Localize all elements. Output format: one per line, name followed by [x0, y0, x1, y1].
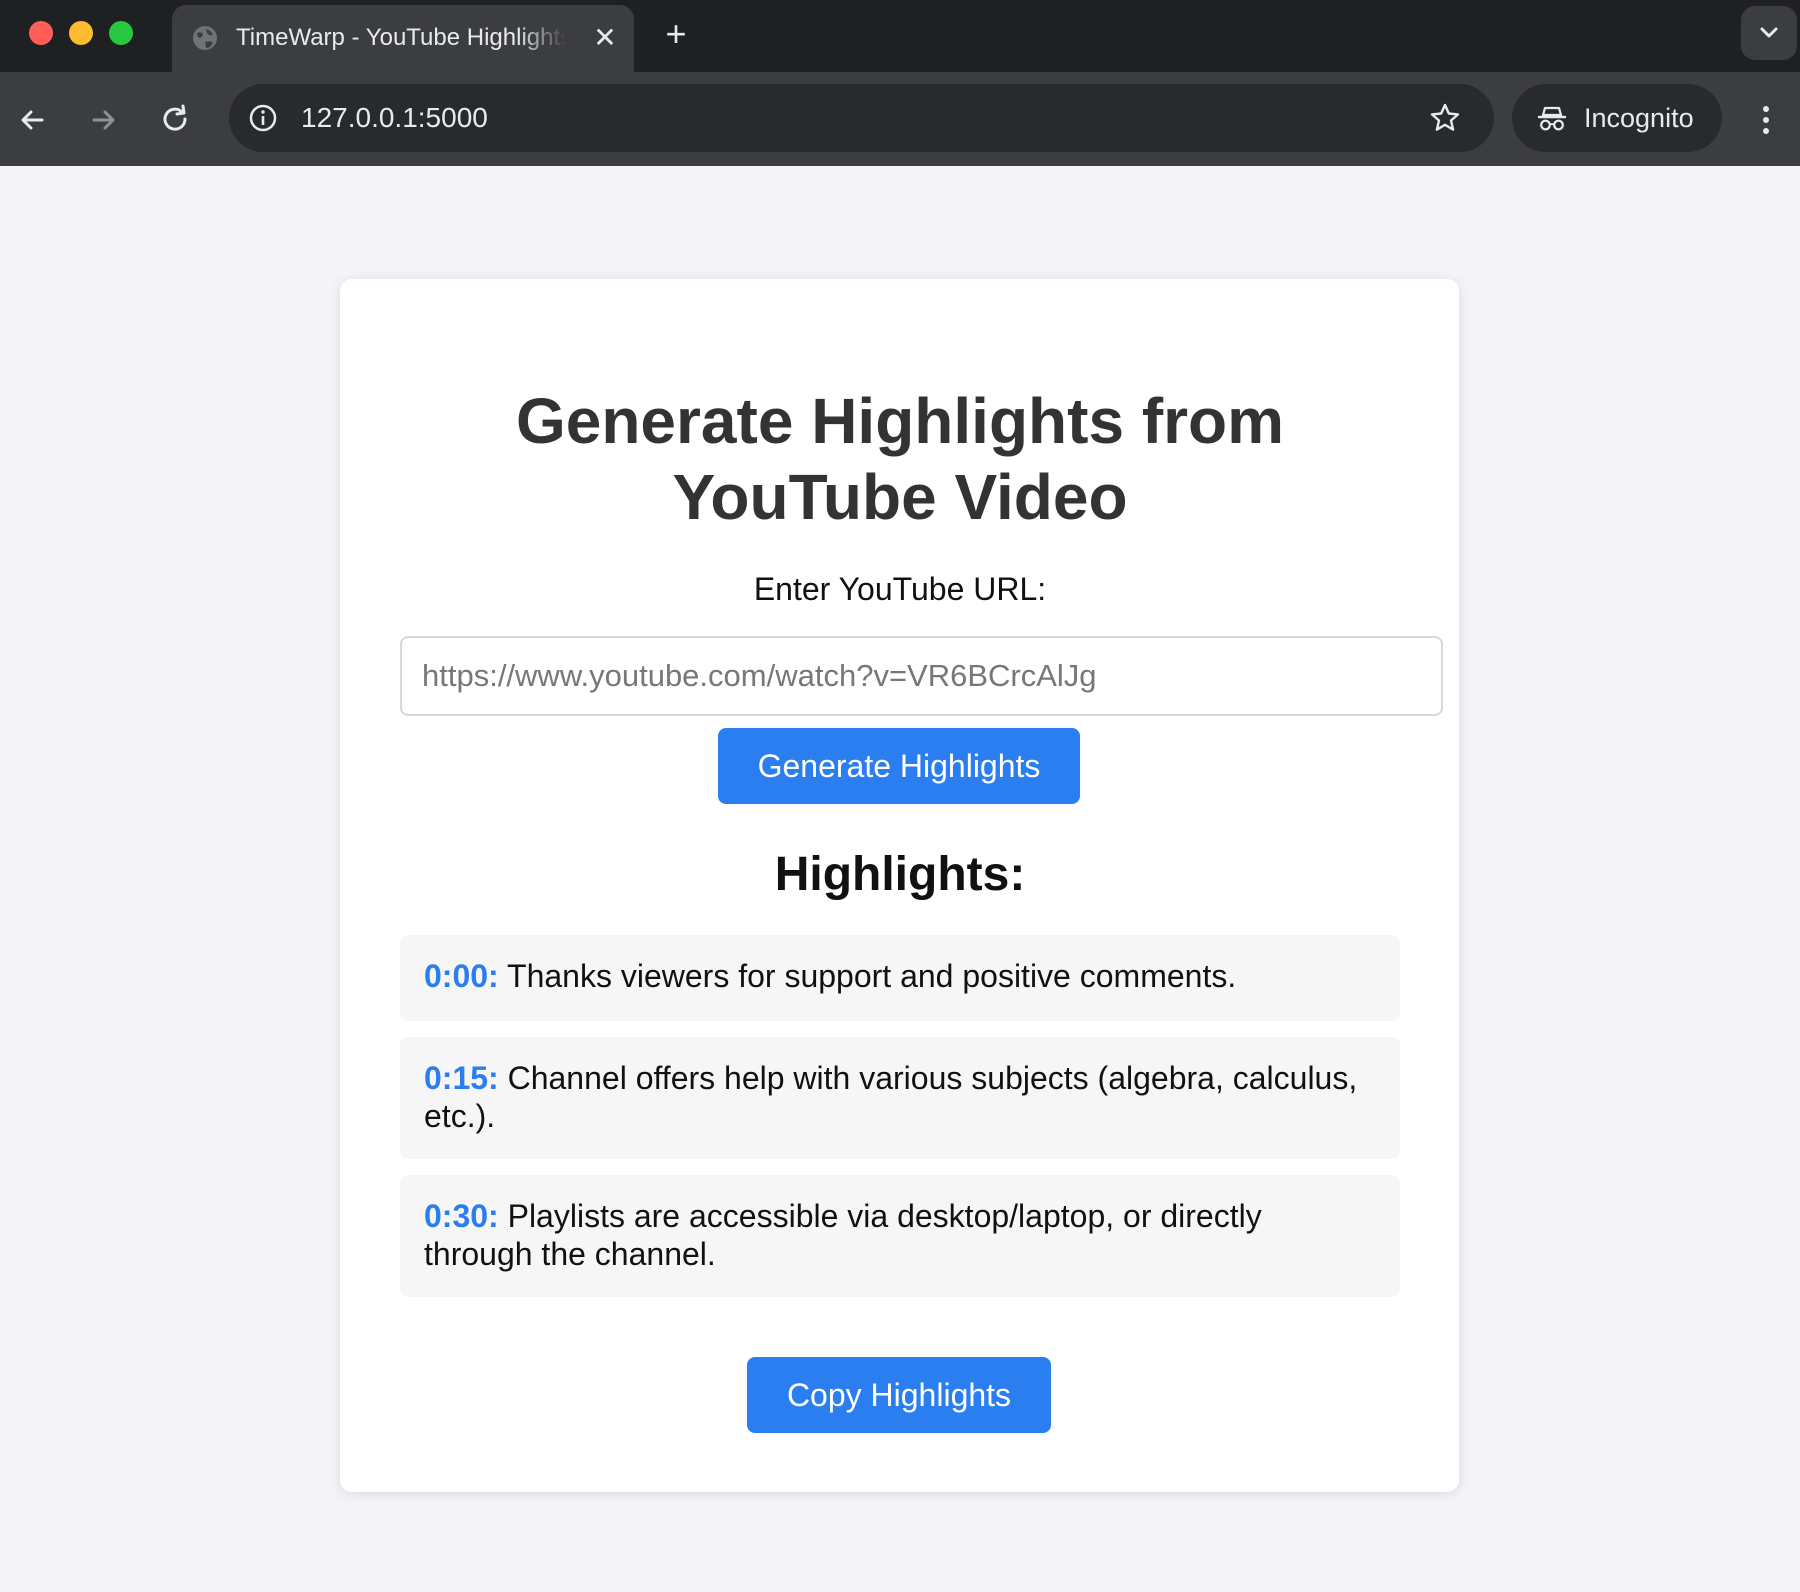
- youtube-url-input[interactable]: [400, 636, 1443, 716]
- globe-icon: [193, 26, 217, 50]
- page-viewport: Generate Highlights from YouTube Video E…: [0, 166, 1800, 1592]
- back-arrow-icon[interactable]: [12, 100, 52, 140]
- tab-search-button[interactable]: [1741, 6, 1797, 60]
- tab-title: TimeWarp - YouTube Highlights: [236, 24, 566, 51]
- site-info-icon[interactable]: [245, 100, 281, 136]
- minimize-window-button[interactable]: [69, 21, 93, 45]
- page-title: Generate Highlights from YouTube Video: [515, 385, 1285, 533]
- highlight-text: Thanks viewers for support and positive …: [498, 958, 1237, 994]
- highlight-timestamp: 0:30:: [424, 1198, 499, 1234]
- close-tab-icon[interactable]: ✕: [588, 21, 622, 55]
- main-card: Generate Highlights from YouTube Video E…: [340, 279, 1459, 1492]
- browser-toolbar: 127.0.0.1:5000 Incognito: [0, 72, 1800, 166]
- incognito-label: Incognito: [1584, 103, 1694, 133]
- incognito-indicator[interactable]: Incognito: [1512, 84, 1722, 152]
- copy-highlights-button[interactable]: Copy Highlights: [747, 1357, 1051, 1433]
- highlight-text: Playlists are accessible via desktop/lap…: [424, 1198, 1262, 1272]
- close-window-button[interactable]: [29, 21, 53, 45]
- address-bar[interactable]: 127.0.0.1:5000: [229, 84, 1494, 152]
- browser-titlebar: TimeWarp - YouTube Highlights ✕ +: [0, 0, 1800, 72]
- highlight-timestamp: 0:00:: [424, 958, 499, 994]
- bookmark-star-icon[interactable]: [1427, 100, 1463, 136]
- generate-highlights-button[interactable]: Generate Highlights: [718, 728, 1080, 804]
- maximize-window-button[interactable]: [109, 21, 133, 45]
- incognito-icon: [1537, 106, 1567, 131]
- url-text: 127.0.0.1:5000: [301, 102, 488, 133]
- highlights-heading: Highlights:: [774, 848, 1026, 901]
- reload-icon[interactable]: [156, 100, 196, 140]
- new-tab-icon[interactable]: +: [656, 14, 696, 54]
- chevron-down-icon: [1760, 27, 1778, 38]
- highlight-text: Channel offers help with various subject…: [424, 1060, 1358, 1134]
- url-label: Enter YouTube URL:: [753, 571, 1047, 607]
- highlight-item: 0:15: Channel offers help with various s…: [400, 1037, 1400, 1159]
- browser-tab[interactable]: TimeWarp - YouTube Highlights ✕: [172, 5, 634, 72]
- highlight-item: 0:30: Playlists are accessible via deskt…: [400, 1175, 1400, 1297]
- highlight-timestamp: 0:15:: [424, 1060, 499, 1096]
- highlight-item: 0:00: Thanks viewers for support and pos…: [400, 935, 1400, 1021]
- more-menu-icon[interactable]: [1750, 100, 1782, 140]
- forward-arrow-icon[interactable]: [84, 100, 124, 140]
